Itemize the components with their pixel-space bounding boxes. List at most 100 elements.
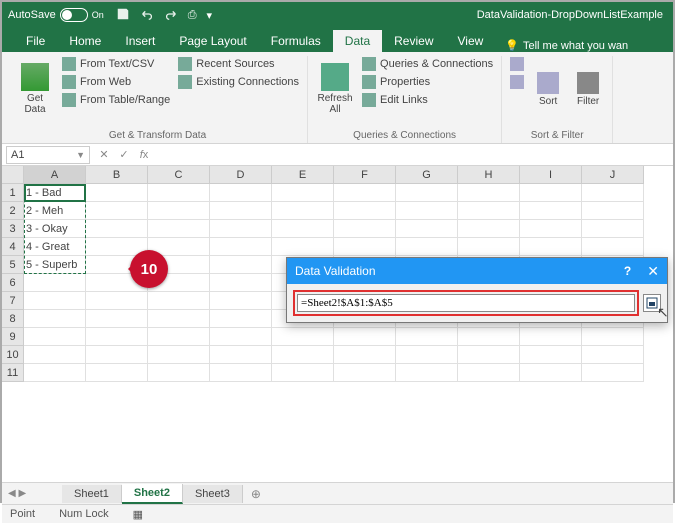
cell[interactable] <box>24 310 86 328</box>
cell[interactable] <box>520 328 582 346</box>
cell[interactable] <box>396 364 458 382</box>
cell[interactable] <box>334 184 396 202</box>
cell[interactable] <box>396 184 458 202</box>
cell[interactable] <box>210 220 272 238</box>
source-range-input[interactable] <box>297 294 635 312</box>
name-box[interactable]: A1▼ <box>6 146 90 164</box>
cell[interactable] <box>582 328 644 346</box>
filter-button[interactable]: Filter <box>570 56 606 122</box>
col-header[interactable]: B <box>86 166 148 184</box>
cell[interactable]: 3 - Okay <box>24 220 86 238</box>
tab-page-layout[interactable]: Page Layout <box>167 30 258 52</box>
recent-sources-button[interactable]: Recent Sources <box>176 56 301 72</box>
cell[interactable] <box>148 220 210 238</box>
macro-record-icon[interactable]: ▦ <box>133 508 143 521</box>
cancel-icon[interactable]: ✕ <box>94 148 114 161</box>
col-header[interactable]: C <box>148 166 210 184</box>
close-icon[interactable]: ✕ <box>647 263 659 280</box>
cell[interactable] <box>582 202 644 220</box>
cell[interactable]: 4 - Great <box>24 238 86 256</box>
cell[interactable] <box>458 328 520 346</box>
qat-icon[interactable]: ▾ <box>207 9 213 22</box>
cell[interactable] <box>272 238 334 256</box>
row-header[interactable]: 9 <box>2 328 24 346</box>
sort-za-button[interactable] <box>508 74 526 90</box>
cell[interactable] <box>334 220 396 238</box>
cell[interactable] <box>86 292 148 310</box>
row-header[interactable]: 7 <box>2 292 24 310</box>
cell[interactable] <box>520 202 582 220</box>
cell[interactable] <box>86 202 148 220</box>
cell[interactable] <box>86 364 148 382</box>
sheet-tab[interactable]: Sheet3 <box>183 485 243 503</box>
expand-dialog-icon[interactable] <box>643 294 661 312</box>
cell[interactable] <box>458 202 520 220</box>
cell[interactable] <box>210 238 272 256</box>
cell[interactable] <box>86 184 148 202</box>
cell[interactable] <box>272 184 334 202</box>
autosave-toggle[interactable]: AutoSave On <box>8 8 104 22</box>
cell[interactable] <box>520 346 582 364</box>
cell[interactable] <box>520 364 582 382</box>
row-header[interactable]: 2 <box>2 202 24 220</box>
cell[interactable] <box>148 310 210 328</box>
row-header[interactable]: 6 <box>2 274 24 292</box>
refresh-all-button[interactable]: Refresh All <box>314 56 356 122</box>
cell[interactable] <box>86 220 148 238</box>
cell[interactable] <box>272 328 334 346</box>
col-header[interactable]: I <box>520 166 582 184</box>
cell[interactable] <box>210 346 272 364</box>
cell[interactable] <box>520 238 582 256</box>
sort-az-button[interactable] <box>508 56 526 72</box>
row-header[interactable]: 4 <box>2 238 24 256</box>
toggle-switch[interactable] <box>60 8 88 22</box>
cell[interactable] <box>210 328 272 346</box>
queries-button[interactable]: Queries & Connections <box>360 56 495 72</box>
tab-home[interactable]: Home <box>57 30 113 52</box>
cell[interactable] <box>210 310 272 328</box>
cell[interactable] <box>458 238 520 256</box>
sort-button[interactable]: Sort <box>530 56 566 122</box>
cell[interactable] <box>272 364 334 382</box>
cell[interactable] <box>520 220 582 238</box>
cell[interactable] <box>210 364 272 382</box>
cell[interactable] <box>334 328 396 346</box>
col-header[interactable]: J <box>582 166 644 184</box>
row-header[interactable]: 5 <box>2 256 24 274</box>
cell[interactable] <box>210 256 272 274</box>
get-data-button[interactable]: Get Data <box>14 56 56 122</box>
cell[interactable] <box>334 346 396 364</box>
cell[interactable] <box>582 238 644 256</box>
cell[interactable] <box>458 364 520 382</box>
add-sheet-icon[interactable]: ⊕ <box>251 487 261 501</box>
fx-icon[interactable]: fx <box>134 149 154 161</box>
cell[interactable] <box>582 184 644 202</box>
cell[interactable] <box>24 292 86 310</box>
cell[interactable] <box>24 346 86 364</box>
cell[interactable] <box>210 292 272 310</box>
cell[interactable]: 5 - Superb <box>24 256 86 274</box>
cell[interactable] <box>272 202 334 220</box>
dialog-titlebar[interactable]: Data Validation ? ✕ <box>287 258 667 284</box>
cell[interactable] <box>210 274 272 292</box>
cell[interactable] <box>396 202 458 220</box>
cell[interactable] <box>396 328 458 346</box>
col-header[interactable]: G <box>396 166 458 184</box>
col-header[interactable]: H <box>458 166 520 184</box>
cell[interactable] <box>86 328 148 346</box>
cell[interactable] <box>148 184 210 202</box>
select-all-corner[interactable] <box>2 166 24 184</box>
cell[interactable] <box>148 346 210 364</box>
help-icon[interactable]: ? <box>624 264 631 278</box>
cell[interactable] <box>334 364 396 382</box>
cell[interactable] <box>458 184 520 202</box>
cell[interactable]: 2 - Meh <box>24 202 86 220</box>
from-table-button[interactable]: From Table/Range <box>60 92 172 108</box>
row-header[interactable]: 3 <box>2 220 24 238</box>
row-header[interactable]: 8 <box>2 310 24 328</box>
cell[interactable] <box>86 346 148 364</box>
edit-links-button[interactable]: Edit Links <box>360 92 495 108</box>
row-header[interactable]: 1 <box>2 184 24 202</box>
formula-input[interactable] <box>154 147 673 162</box>
cell[interactable] <box>334 238 396 256</box>
